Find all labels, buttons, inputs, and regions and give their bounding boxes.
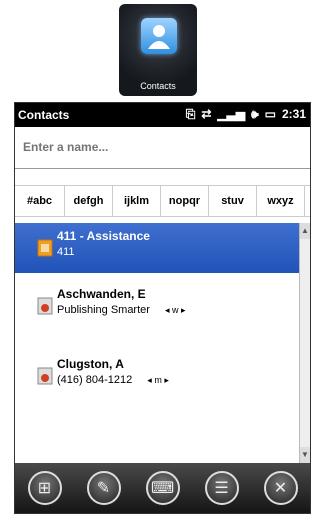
contact-detail: Publishing Smarter	[57, 304, 150, 316]
bottom-toolbar: ⊞ ✎ ⌨ ☰ ✕	[15, 463, 310, 513]
contacts-icon	[141, 18, 177, 54]
sync-icon: ⎘	[185, 107, 196, 121]
contact-detail: 411	[57, 246, 75, 258]
contacts-app-icon[interactable]: Contacts	[119, 4, 197, 96]
volume-icon: 🕪	[251, 107, 259, 121]
contact-item-selected[interactable]: 411 - Assistance 411	[15, 223, 303, 273]
contact-name: Clugston, A	[57, 357, 124, 371]
battery-icon: ▭	[264, 107, 276, 121]
detail-nav-arrows[interactable]: ◂ m ▸	[147, 375, 169, 385]
windows-icon: ⊞	[37, 480, 52, 497]
app-title: Contacts	[18, 108, 70, 122]
alpha-tab[interactable]: stuv	[209, 186, 257, 216]
status-bar: Contacts ⎘ ⇄ ▁▃▅ 🕪 ▭ 2:31	[15, 103, 310, 127]
clock: 2:31	[281, 107, 306, 121]
new-contact-button[interactable]: ✎	[86, 471, 121, 505]
close-button[interactable]: ✕	[263, 471, 298, 505]
scroll-up-icon[interactable]: ▲	[300, 223, 310, 239]
close-icon: ✕	[273, 480, 288, 497]
phone-screen: Contacts ⎘ ⇄ ▁▃▅ 🕪 ▭ 2:31 #abc defgh ijk…	[14, 102, 311, 514]
menu-button[interactable]: ☰	[204, 471, 239, 505]
alpha-tab[interactable]: defgh	[65, 186, 113, 216]
connection-icon: ⇄	[201, 107, 212, 121]
menu-icon: ☰	[214, 480, 229, 497]
contact-card-icon	[37, 367, 53, 385]
keyboard-button[interactable]: ⌨	[145, 471, 180, 505]
new-contact-icon: ✎	[96, 480, 111, 497]
contact-detail: (416) 804-1212	[57, 374, 133, 386]
start-button[interactable]: ⊞	[27, 471, 62, 505]
keyboard-icon: ⌨	[150, 480, 175, 497]
signal-icon: ▁▃▅	[217, 107, 246, 121]
detail-nav-arrows[interactable]: ◂ w ▸	[165, 305, 186, 315]
contact-item[interactable]: Aschwanden, E Publishing Smarter ◂ w ▸	[15, 281, 303, 331]
contact-card-icon	[37, 297, 53, 315]
contact-item[interactable]: Clugston, A (416) 804-1212 ◂ m ▸	[15, 351, 303, 401]
search-input[interactable]	[21, 139, 295, 155]
alpha-tab[interactable]: #abc	[15, 186, 65, 216]
alpha-tab[interactable]: wxyz	[257, 186, 305, 216]
contact-name: 411 - Assistance	[57, 229, 150, 243]
alpha-tab[interactable]: nopqr	[161, 186, 209, 216]
contact-detail-row: Publishing Smarter ◂ w ▸	[57, 304, 186, 316]
contact-detail-row: (416) 804-1212 ◂ m ▸	[57, 374, 169, 386]
alpha-tab[interactable]: ijklm	[113, 186, 161, 216]
scrollbar[interactable]: ▲ ▼	[299, 223, 310, 463]
status-icons: ⎘ ⇄ ▁▃▅ 🕪 ▭ 2:31	[186, 107, 306, 122]
app-icon-caption: Contacts	[140, 81, 176, 91]
contact-card-icon	[37, 239, 53, 257]
scroll-down-icon[interactable]: ▼	[300, 447, 310, 463]
alphabet-tabs: #abc defgh ijklm nopqr stuv wxyz	[15, 185, 310, 217]
name-search-box[interactable]	[15, 131, 310, 169]
contact-name: Aschwanden, E	[57, 287, 146, 301]
